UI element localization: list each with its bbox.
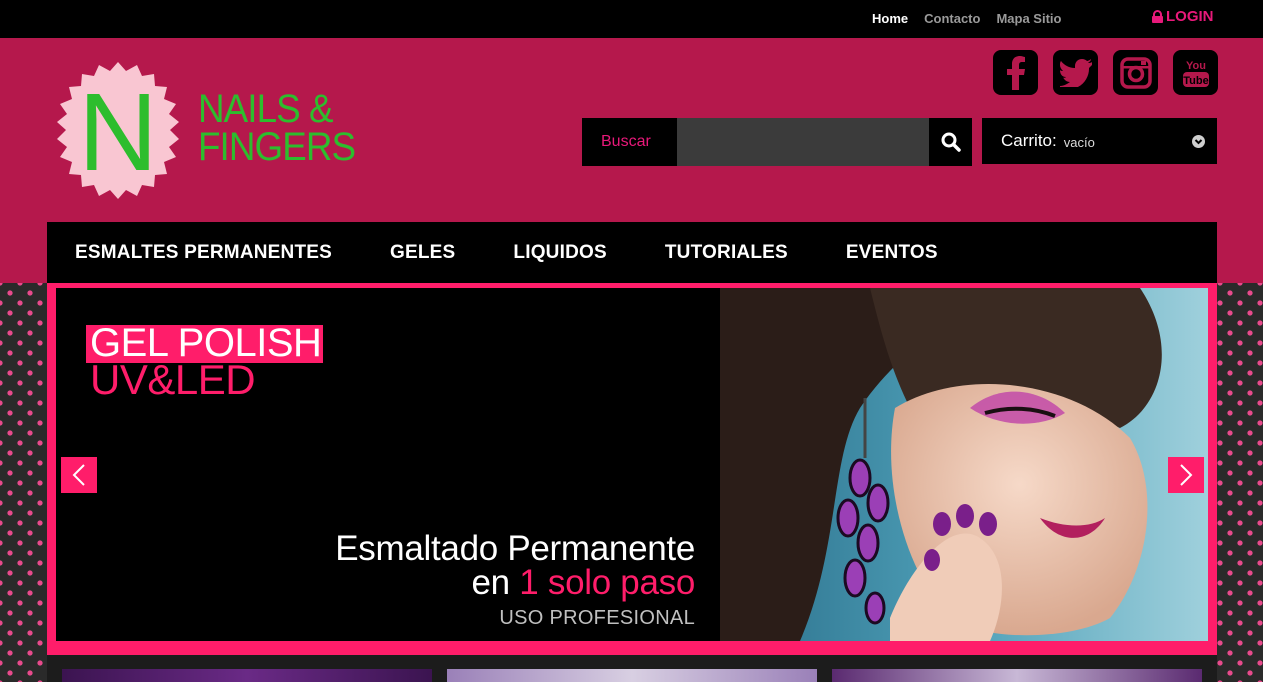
hero-slide[interactable]: GEL POLISH UV&LED Esmaltado Permanente e…	[56, 288, 1208, 641]
slide-copy-line-3: USO PROFESIONAL	[499, 607, 695, 629]
main-nav: ESMALTES PERMANENTES GELES LIQUIDOS TUTO…	[47, 222, 1217, 283]
login-link[interactable]: LOGIN	[1152, 8, 1214, 25]
search-label: Buscar	[601, 133, 651, 150]
slider-prev-button[interactable]	[61, 457, 97, 493]
instagram-button[interactable]	[1113, 50, 1158, 95]
product-thumbnail[interactable]	[62, 669, 432, 682]
logo-letter: N	[78, 71, 157, 194]
cart-status: vacío	[1063, 134, 1095, 150]
slide-copy-line-2: en 1 solo paso	[471, 563, 696, 602]
facebook-button[interactable]	[993, 50, 1038, 95]
hero-slider: GEL POLISH UV&LED Esmaltado Permanente e…	[47, 283, 1217, 655]
product-thumbnail[interactable]	[832, 669, 1202, 682]
slide-photo	[720, 288, 1208, 641]
social-links: You Tube	[993, 50, 1218, 95]
slide-title-line-2: UV&LED	[90, 356, 256, 403]
search-input[interactable]	[677, 118, 929, 166]
slide-copy-highlight: 1 solo paso	[519, 563, 695, 602]
instagram-icon	[1119, 56, 1152, 89]
chevron-left-icon	[72, 464, 85, 486]
facebook-icon	[1006, 55, 1025, 90]
nav-item-eventos[interactable]: EVENTOS	[846, 242, 938, 264]
logo-line-2: FINGERS	[198, 125, 356, 169]
youtube-icon: You Tube	[1182, 60, 1209, 87]
logo-text: NAILS & FINGERS	[198, 87, 356, 169]
twitter-button[interactable]	[1053, 50, 1098, 95]
logo-line-1: NAILS &	[198, 87, 334, 131]
slider-next-button[interactable]	[1168, 457, 1204, 493]
top-link-contacto[interactable]: Contacto	[924, 11, 980, 26]
product-thumbnails	[47, 655, 1217, 682]
slide-copy-prefix: en	[471, 563, 520, 602]
site-logo[interactable]: N NAILS & FINGERS	[48, 62, 393, 202]
top-link-mapa-sitio[interactable]: Mapa Sitio	[996, 11, 1061, 26]
nav-item-esmaltes-permanentes[interactable]: ESMALTES PERMANENTES	[75, 242, 332, 264]
nav-item-liquidos[interactable]: LIQUIDOS	[513, 242, 606, 264]
cart-label: Carrito:	[1001, 131, 1057, 150]
svg-text:Tube: Tube	[1183, 75, 1208, 87]
login-label: LOGIN	[1166, 8, 1214, 25]
nav-item-geles[interactable]: GELES	[390, 242, 455, 264]
top-bar: Home Contacto Mapa Sitio LOGIN	[0, 0, 1263, 38]
search-button[interactable]	[929, 118, 972, 166]
logo-badge: N	[57, 62, 179, 199]
chevron-down-icon	[1192, 135, 1205, 148]
lock-icon	[1152, 10, 1163, 23]
top-link-home[interactable]: Home	[872, 11, 908, 26]
nav-item-tutoriales[interactable]: TUTORIALES	[665, 242, 788, 264]
top-links: Home Contacto Mapa Sitio	[872, 11, 1061, 26]
chevron-right-icon	[1180, 464, 1193, 486]
cart-dropdown[interactable]: Carrito: vacío	[982, 118, 1217, 164]
youtube-button[interactable]: You Tube	[1173, 50, 1218, 95]
product-thumbnail[interactable]	[447, 669, 817, 682]
twitter-icon	[1059, 58, 1092, 87]
search-icon	[941, 132, 961, 152]
search-bar: Buscar	[582, 118, 972, 166]
svg-text:You: You	[1186, 60, 1206, 72]
